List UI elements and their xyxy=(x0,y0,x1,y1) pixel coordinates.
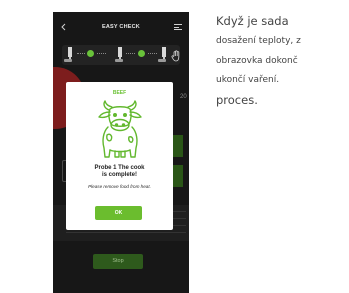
connector-dash xyxy=(148,53,157,55)
menu-icon[interactable] xyxy=(174,24,182,30)
probe-3-icon[interactable] xyxy=(162,47,166,61)
connector-dash xyxy=(97,53,106,55)
stop-button[interactable]: Stop xyxy=(93,254,143,269)
caption-line: Když je sada xyxy=(216,14,289,28)
dialog-title: BEEF xyxy=(112,90,127,96)
dialog-heading-line1: Probe 1 The cook xyxy=(94,165,145,171)
instruction-caption: Když je sada dosažení teploty, z obrazov… xyxy=(216,14,349,107)
ok-button[interactable]: OK xyxy=(95,206,142,220)
cow-icon xyxy=(98,100,142,158)
caption-line: obrazovka dokonč xyxy=(216,56,298,66)
probe-2-icon[interactable] xyxy=(118,47,122,61)
caption-line: proces. xyxy=(216,93,258,107)
dialog-message: Please remove food from heat. xyxy=(88,184,151,189)
back-arrow-icon[interactable] xyxy=(59,21,69,33)
app-title: EASY CHECK xyxy=(102,24,140,30)
probe-status-dot xyxy=(87,50,94,57)
app-header: EASY CHECK xyxy=(53,12,189,42)
probe-strip xyxy=(62,45,180,65)
dialog-heading-line2: is complete! xyxy=(101,172,137,178)
dimmed-temperature-value: 20 xyxy=(180,94,187,100)
caption-line: ukončí vaření. xyxy=(216,75,280,85)
probe-1-tag xyxy=(64,59,72,62)
probe-2-tag xyxy=(115,59,123,62)
hand-icon[interactable] xyxy=(171,50,181,62)
caption-line: dosažení teploty, z xyxy=(216,36,301,46)
probe-status-dot xyxy=(138,50,145,57)
connector-dash xyxy=(126,53,135,55)
probe-3-tag xyxy=(158,59,166,62)
dialog-heading: Probe 1 The cook is complete! xyxy=(70,165,169,179)
connector-dash xyxy=(77,53,85,55)
probe-1-icon[interactable] xyxy=(68,47,72,61)
cook-complete-dialog: BEEF Probe 1 The cook is complete! Pleas… xyxy=(66,82,173,230)
